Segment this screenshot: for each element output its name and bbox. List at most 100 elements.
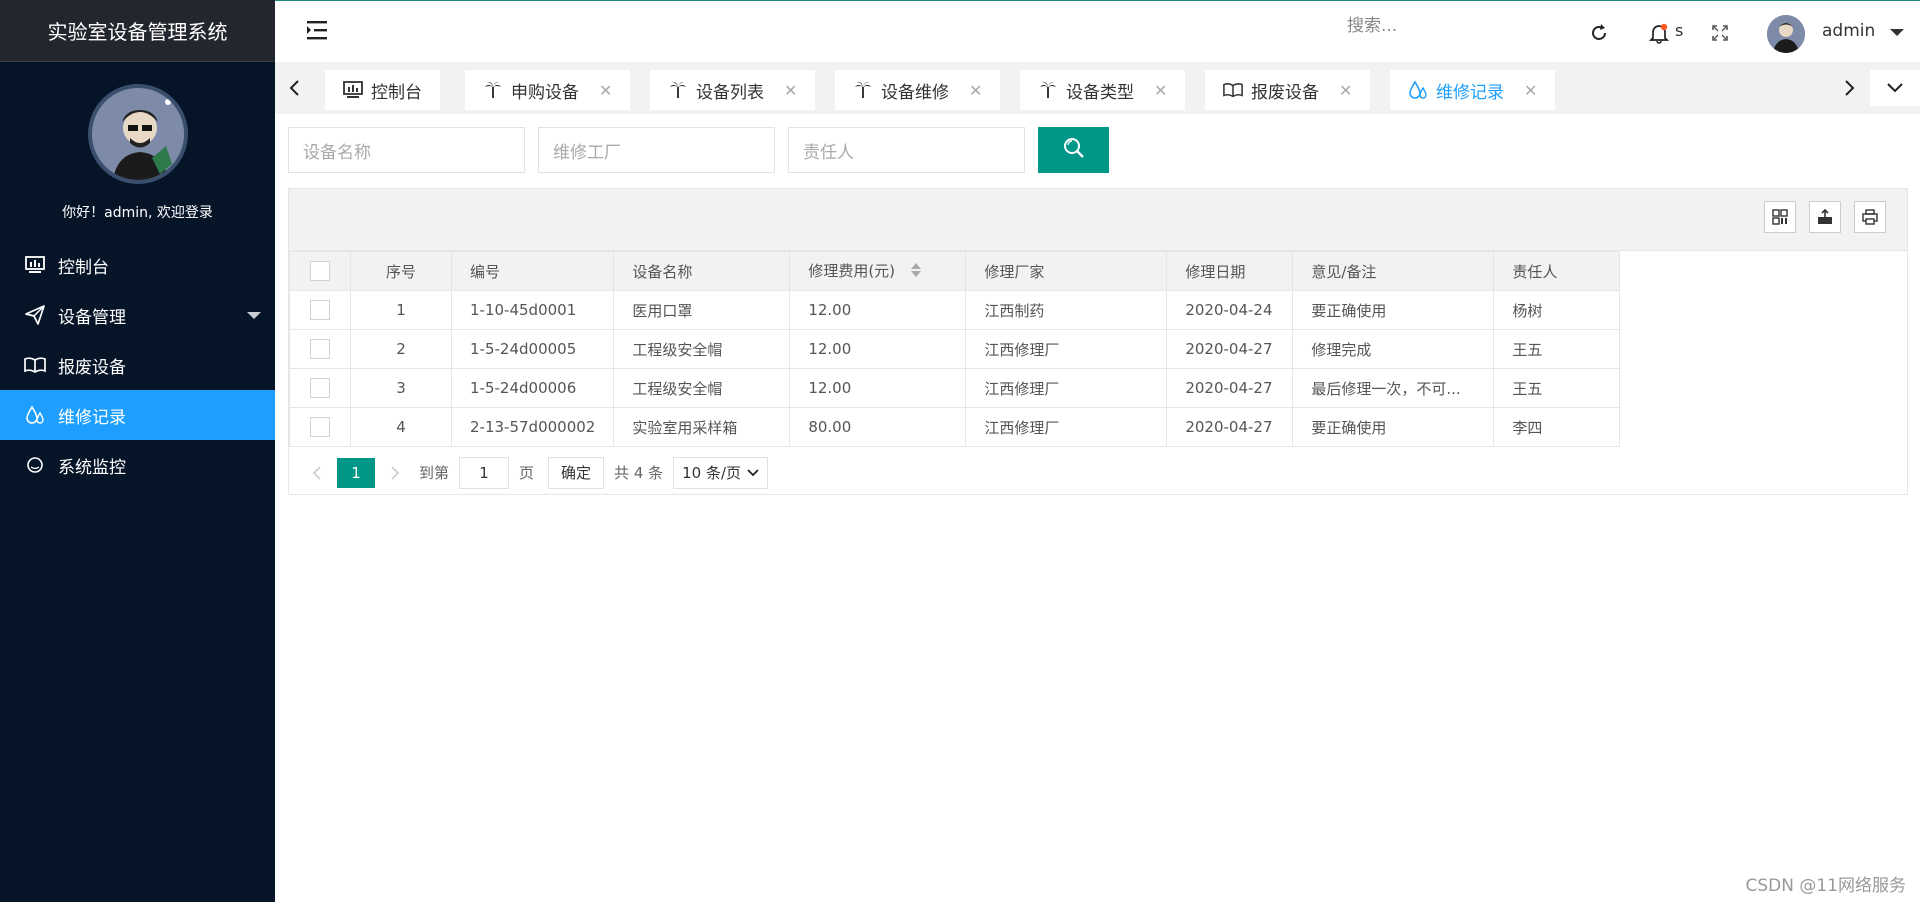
table-toolbar	[289, 189, 1907, 251]
cell-cost: 80.00	[789, 407, 967, 447]
sidebar-menu: 控制台 设备管理 报废设备 维修记录 系统监控	[0, 240, 275, 490]
bell-icon[interactable]	[1647, 21, 1671, 45]
table-row[interactable]: 4 2-13-57d000002 实验室用采样箱 80.00 江西修理厂 202…	[289, 407, 1621, 447]
print-icon[interactable]	[1854, 201, 1886, 233]
tab-label: 设备维修	[881, 82, 949, 103]
sidebar-item-label: 控制台	[58, 257, 109, 278]
brand-title: 实验室设备管理系统	[0, 0, 275, 62]
cell-code: 1-5-24d00005	[450, 329, 615, 369]
cell-device-name: 工程级安全帽	[613, 368, 791, 408]
row-checkbox[interactable]	[310, 417, 330, 437]
cell-index: 4	[350, 407, 452, 447]
tab-device-types[interactable]: 设备类型 ✕	[1020, 70, 1186, 110]
menu-collapse-icon[interactable]	[305, 19, 331, 45]
page-button-current[interactable]: 1	[337, 457, 375, 488]
col-header-device-name: 设备名称	[613, 251, 791, 291]
refresh-icon[interactable]	[1587, 21, 1611, 45]
row-checkbox[interactable]	[310, 300, 330, 320]
cell-remarks: 最后修理一次，不可...	[1292, 368, 1495, 408]
row-checkbox[interactable]	[310, 378, 330, 398]
cell-device-name: 实验室用采样箱	[613, 407, 791, 447]
column-filter-icon[interactable]	[1764, 201, 1796, 233]
cell-cost: 12.00	[789, 290, 967, 330]
row-select-cell[interactable]	[289, 407, 351, 447]
welcome-text: 你好！admin, 欢迎登录	[62, 205, 213, 221]
chevron-down-icon	[747, 468, 759, 477]
select-all-header[interactable]	[289, 251, 351, 291]
sidebar-item-system-monitor[interactable]: 系统监控	[0, 440, 275, 490]
cell-date: 2020-04-24	[1166, 290, 1294, 330]
row-select-cell[interactable]	[289, 329, 351, 369]
next-page-icon[interactable]	[381, 458, 409, 488]
prev-page-icon[interactable]	[303, 458, 331, 488]
cell-owner: 王五	[1493, 329, 1621, 369]
tab-repair-records[interactable]: 维修记录 ✕	[1390, 70, 1556, 110]
tab-menu-chevron-down-icon[interactable]	[1870, 70, 1920, 106]
export-icon[interactable]	[1809, 201, 1841, 233]
repair-factory-input[interactable]: 维修工厂	[538, 127, 775, 173]
col-header-factory: 修理厂家	[965, 251, 1168, 291]
paper-plane-icon	[24, 304, 46, 326]
tab-scroll-right-icon[interactable]	[1835, 70, 1865, 106]
monitor-icon	[343, 80, 363, 100]
col-header-date: 修理日期	[1166, 251, 1294, 291]
cell-index: 3	[350, 368, 452, 408]
device-name-input[interactable]: 设备名称	[288, 127, 525, 173]
palm-tree-icon	[483, 80, 503, 100]
global-search-input[interactable]: 搜索...	[1347, 11, 1397, 36]
page-size-select[interactable]: 10 条/页	[673, 456, 769, 489]
confirm-page-button[interactable]: 确定	[548, 456, 605, 489]
owner-input[interactable]: 责任人	[788, 127, 1025, 173]
col-header-cost-label: 修理费用(元)	[808, 262, 896, 281]
tab-label: 设备列表	[696, 82, 764, 103]
close-icon[interactable]: ✕	[784, 81, 797, 100]
tab-label: 设备类型	[1066, 82, 1134, 103]
page-number-input[interactable]: 1	[459, 456, 510, 489]
sort-icon[interactable]	[910, 262, 922, 282]
tab-device-repair[interactable]: 设备维修 ✕	[835, 70, 1001, 110]
search-icon	[1062, 136, 1086, 164]
table-row[interactable]: 1 1-10-45d0001 医用口罩 12.00 江西制药 2020-04-2…	[289, 290, 1621, 330]
col-header-owner: 责任人	[1493, 251, 1621, 291]
cell-remarks: 修理完成	[1292, 329, 1495, 369]
search-button[interactable]	[1038, 127, 1109, 173]
col-header-cost[interactable]: 修理费用(元)	[789, 251, 967, 291]
sidebar-item-repair-records[interactable]: 维修记录	[0, 390, 275, 440]
sidebar-item-dashboard[interactable]: 控制台	[0, 240, 275, 290]
tab-scrapped-devices[interactable]: 报废设备 ✕	[1205, 70, 1371, 110]
row-select-cell[interactable]	[289, 290, 351, 330]
tab-bar: 控制台 申购设备 ✕ 设备列表 ✕ 设备维修 ✕ 设备类型 ✕ 报废设备 ✕ 维…	[275, 62, 1920, 114]
cell-date: 2020-04-27	[1166, 329, 1294, 369]
book-icon	[24, 354, 46, 376]
cell-remarks: 要正确使用	[1292, 407, 1495, 447]
row-select-cell[interactable]	[289, 368, 351, 408]
table-row[interactable]: 2 1-5-24d00005 工程级安全帽 12.00 江西修理厂 2020-0…	[289, 329, 1621, 369]
user-avatar[interactable]	[1767, 15, 1805, 53]
sidebar: 实验室设备管理系统 你好！admin, 欢迎登录 控制台 设备管理 报废设备 维…	[0, 0, 275, 902]
tab-device-list[interactable]: 设备列表 ✕	[650, 70, 816, 110]
close-icon[interactable]: ✕	[1339, 81, 1352, 100]
cell-index: 1	[350, 290, 452, 330]
tab-purchase-devices[interactable]: 申购设备 ✕	[465, 70, 631, 110]
close-icon[interactable]: ✕	[599, 81, 612, 100]
data-table-panel: 序号 编号 设备名称 修理费用(元) 修理厂家 修理日期 意见/备注 责任人 1	[288, 188, 1908, 495]
fullscreen-icon[interactable]	[1708, 21, 1732, 45]
tab-scroll-left-icon[interactable]	[279, 70, 309, 106]
chevron-down-icon[interactable]	[1890, 29, 1904, 36]
close-icon[interactable]: ✕	[969, 81, 982, 100]
cell-code: 2-13-57d000002	[450, 407, 615, 447]
username-label[interactable]: admin	[1822, 21, 1875, 41]
pagination: 1 到第 1 页 确定 共 4 条 10 条/页	[289, 447, 1907, 498]
sidebar-item-device-management[interactable]: 设备管理	[0, 290, 275, 340]
select-all-checkbox[interactable]	[310, 261, 330, 281]
table-row[interactable]: 3 1-5-24d00006 工程级安全帽 12.00 江西修理厂 2020-0…	[289, 368, 1621, 408]
notification-label: s	[1675, 21, 1684, 40]
row-checkbox[interactable]	[310, 339, 330, 359]
close-icon[interactable]: ✕	[1524, 81, 1537, 100]
user-avatar-large[interactable]	[87, 84, 188, 184]
sidebar-item-scrapped-devices[interactable]: 报废设备	[0, 340, 275, 390]
total-count: 共 4 条	[614, 464, 664, 482]
cell-factory: 江西修理厂	[965, 329, 1168, 369]
tab-dashboard[interactable]: 控制台	[325, 70, 440, 110]
close-icon[interactable]: ✕	[1154, 81, 1167, 100]
